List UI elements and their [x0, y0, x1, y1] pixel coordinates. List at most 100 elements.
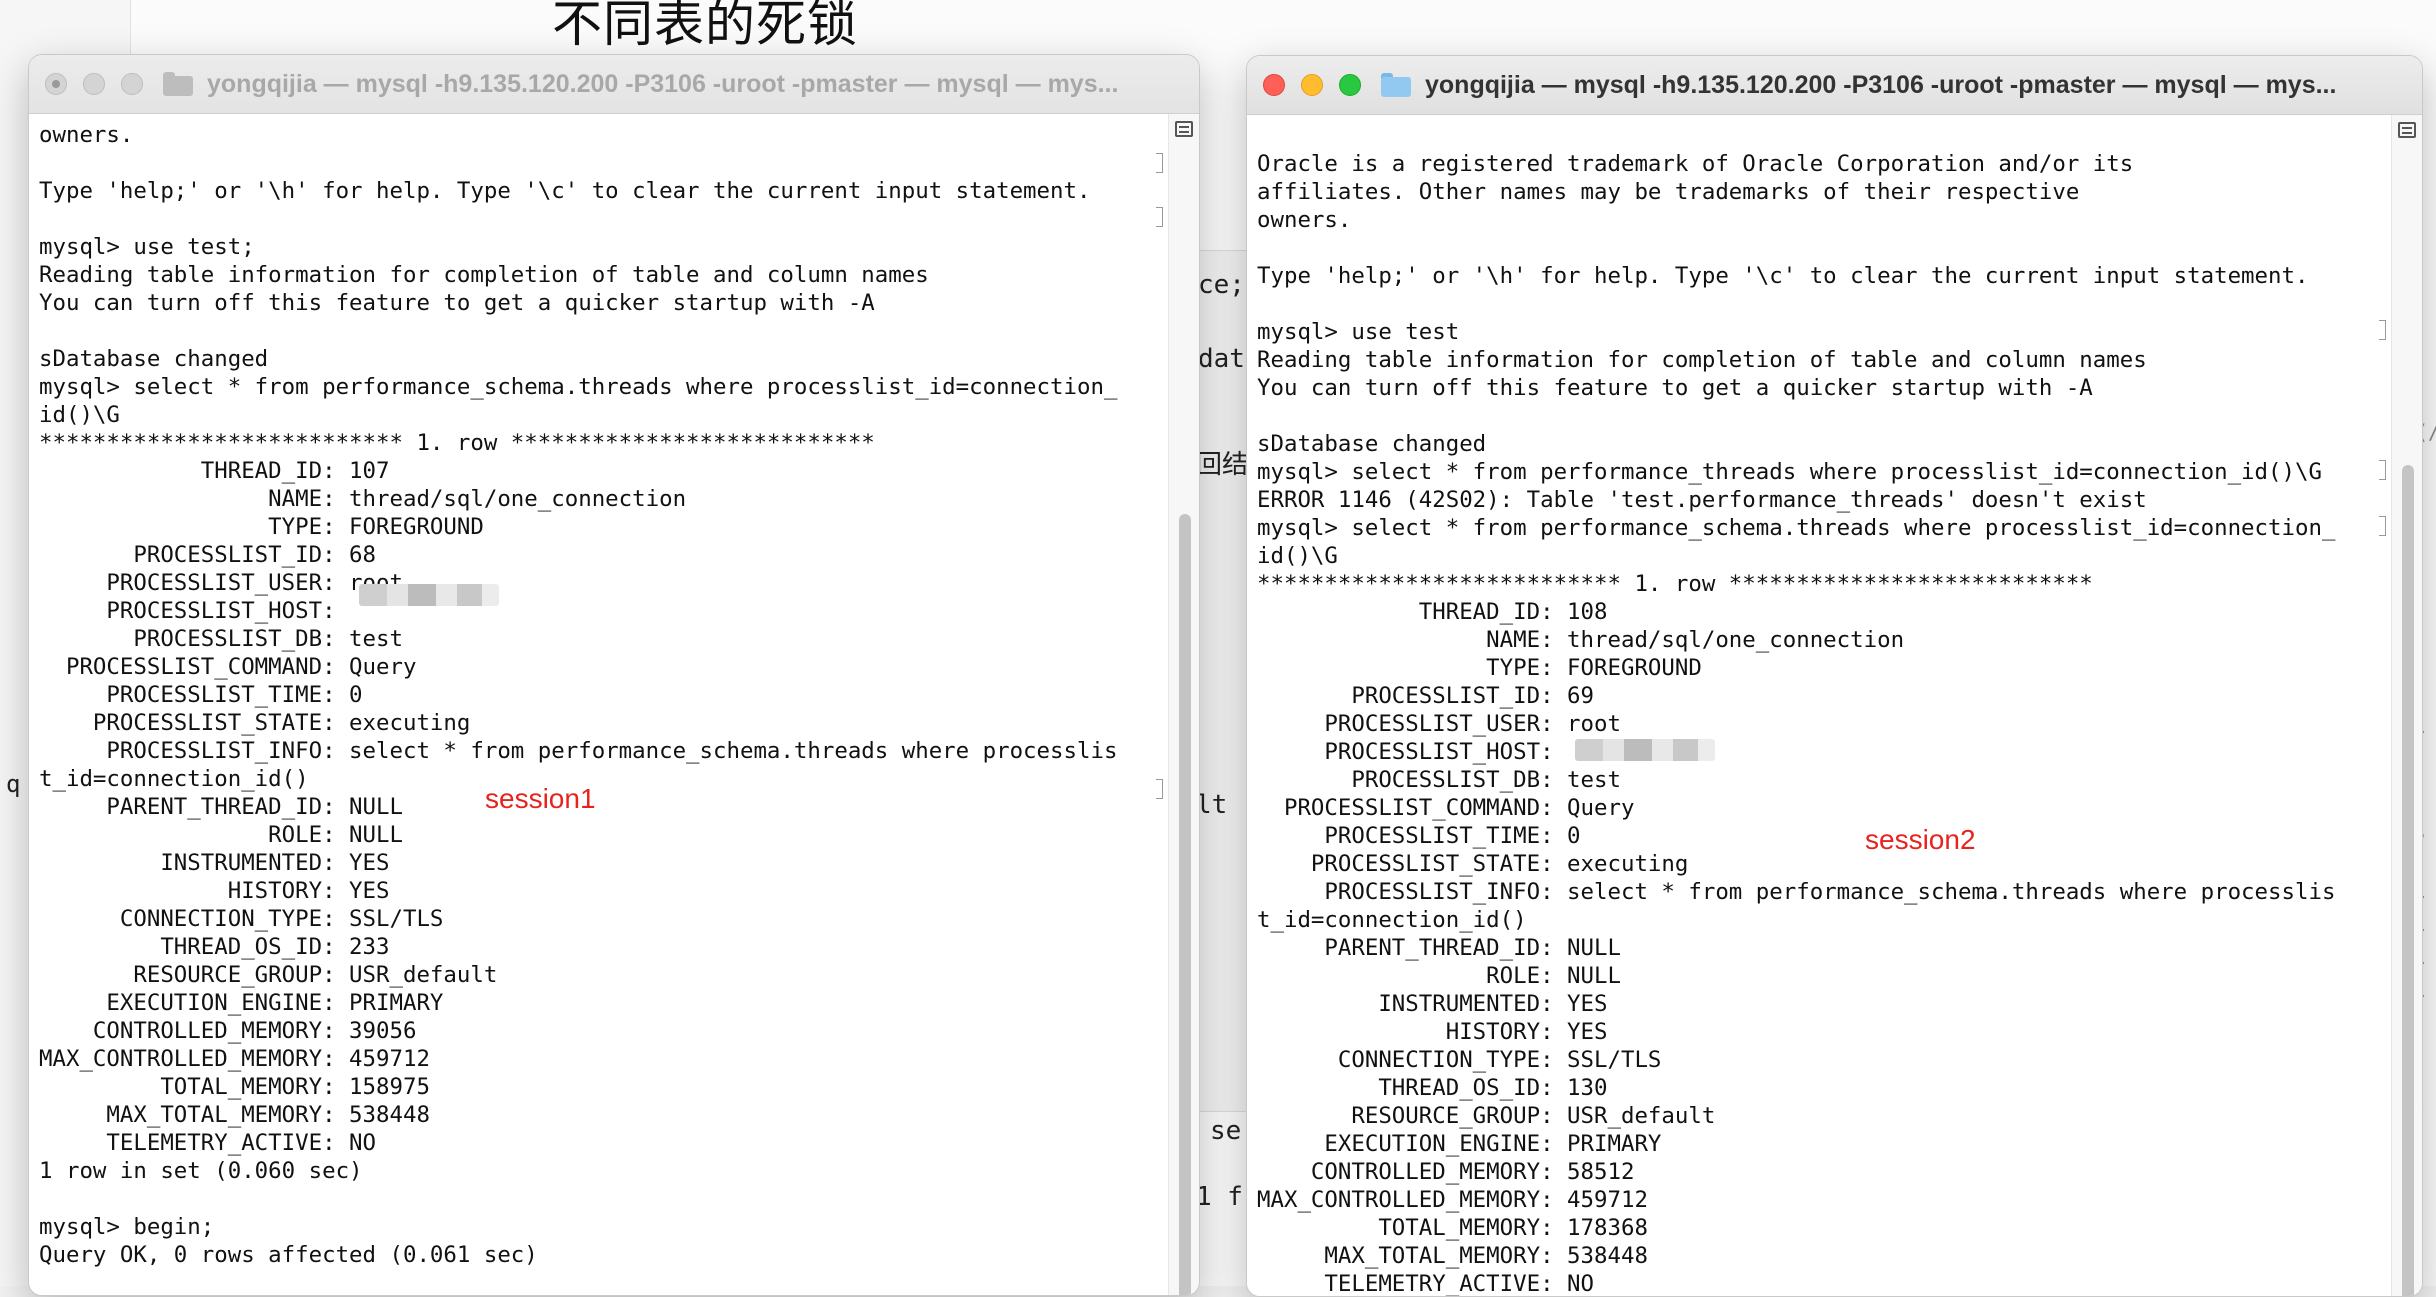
terminal-line: HISTORY: YES — [39, 878, 390, 904]
minimize-button[interactable] — [1301, 74, 1323, 96]
terminal-text: Oracle is a registered trademark of Orac… — [1247, 115, 2392, 1296]
terminal-line: TYPE: FOREGROUND — [39, 514, 484, 540]
terminal-line: TYPE: FOREGROUND — [1257, 655, 1702, 681]
minimize-button[interactable] — [83, 73, 105, 95]
terminal-line: EXECUTION_ENGINE: PRIMARY — [1257, 1131, 1662, 1157]
titlebar[interactable]: yongqijia — mysql -h9.135.120.200 -P3106… — [29, 55, 1199, 114]
terminal-line: NAME: thread/sql/one_connection — [39, 486, 687, 512]
terminal-line: mysql> use test; — [39, 234, 255, 260]
folder-icon — [1381, 73, 1411, 97]
terminal-line: HISTORY: YES — [1257, 1019, 1608, 1045]
terminal-line: affiliates. Other names may be trademark… — [1257, 179, 2080, 205]
bg-text-ce: ce; — [1198, 270, 1245, 300]
terminal-line: owners. — [39, 122, 134, 148]
terminal-line: PROCESSLIST_HOST: — [39, 598, 350, 624]
terminal-line: THREAD_OS_ID: 233 — [39, 934, 390, 960]
terminal-line: TELEMETRY_ACTIVE: NO — [1257, 1271, 1595, 1296]
split-pane-icon[interactable] — [2398, 122, 2416, 138]
terminal-output[interactable]: Oracle is a registered trademark of Orac… — [1247, 115, 2392, 1296]
terminal-line: MAX_CONTROLLED_MEMORY: 459712 — [39, 1046, 430, 1072]
terminal-line: t_id=connection_id() — [1257, 907, 1527, 933]
terminal-line: Reading table information for completion… — [1257, 347, 2147, 373]
window-controls — [45, 73, 143, 95]
bg-text-lt: lt — [1196, 790, 1228, 820]
terminal-line: You can turn off this feature to get a q… — [1257, 375, 2093, 401]
terminal-line: mysql> select * from performance_threads… — [1257, 459, 2322, 485]
close-button[interactable] — [1263, 74, 1285, 96]
terminal-line: Type 'help;' or '\h' for help. Type '\c'… — [39, 178, 1091, 204]
terminal-line: PROCESSLIST_DB: test — [1257, 767, 1621, 793]
window-title: yongqijia — mysql -h9.135.120.200 -P3106… — [1425, 70, 2337, 99]
terminal-line: *************************** 1. row *****… — [1257, 571, 2093, 597]
terminal-line: PROCESSLIST_STATE: executing — [39, 710, 471, 736]
terminal-line: sDatabase changed — [1257, 431, 1487, 457]
terminal-line: t_id=connection_id() — [39, 766, 309, 792]
terminal-line: Query OK, 0 rows affected (0.061 sec) — [39, 1242, 538, 1268]
zoom-button[interactable] — [1339, 74, 1361, 96]
terminal-line: NAME: thread/sql/one_connection — [1257, 627, 1905, 653]
terminal-line: mysql> begin; — [39, 1214, 215, 1240]
terminal-line: PROCESSLIST_HOST: — [1257, 739, 1568, 765]
terminal-line: PROCESSLIST_ID: 68 — [39, 542, 377, 568]
terminal-text: owners. Type 'help;' or '\h' for help. T… — [29, 114, 1169, 1269]
terminal-line: THREAD_ID: 108 — [1257, 599, 1608, 625]
mark-bracket — [2379, 516, 2386, 536]
mark-bracket — [2379, 320, 2386, 340]
terminal-line: You can turn off this feature to get a q… — [39, 290, 875, 316]
terminal-line: PROCESSLIST_DB: test — [39, 626, 403, 652]
terminal-line: INSTRUMENTED: YES — [39, 850, 390, 876]
session-label: session1 — [485, 783, 596, 814]
terminal-line: INSTRUMENTED: YES — [1257, 991, 1608, 1017]
terminal-line: id()\G — [39, 402, 120, 428]
terminal-line: ERROR 1146 (42S02): Table 'test.performa… — [1257, 487, 2147, 513]
terminal-line: 1 row in set (0.060 sec) — [39, 1158, 363, 1184]
terminal-line: MAX_TOTAL_MEMORY: 538448 — [1257, 1243, 1648, 1269]
blurred-host — [359, 584, 499, 606]
terminal-line: Reading table information for completion… — [39, 262, 929, 288]
terminal-line: EXECUTION_ENGINE: PRIMARY — [39, 990, 444, 1016]
terminal-line: PROCESSLIST_USER: root — [1257, 711, 1621, 737]
terminal-line: PROCESSLIST_ID: 69 — [1257, 683, 1595, 709]
terminal-line: CONTROLLED_MEMORY: 58512 — [1257, 1159, 1635, 1185]
mark-bracket — [1156, 153, 1163, 173]
terminal-line: PROCESSLIST_TIME: 0 — [39, 682, 363, 708]
terminal-line: PROCESSLIST_STATE: executing — [1257, 851, 1689, 877]
bg-text-se: se — [1210, 1116, 1242, 1146]
terminal-line: PROCESSLIST_COMMAND: Query — [39, 654, 417, 680]
terminal-line: sDatabase changed — [39, 346, 269, 372]
document-heading: 不同表的死锁 — [552, 0, 858, 53]
terminal-line: TELEMETRY_ACTIVE: NO — [39, 1130, 377, 1156]
terminal-line: PROCESSLIST_TIME: 0 — [1257, 823, 1581, 849]
terminal-output[interactable]: owners. Type 'help;' or '\h' for help. T… — [29, 114, 1169, 1295]
terminal-line: PROCESSLIST_INFO: select * from performa… — [1257, 879, 2336, 905]
scrollbar[interactable] — [2391, 115, 2422, 1296]
terminal-line: TOTAL_MEMORY: 158975 — [39, 1074, 430, 1100]
terminal-line: owners. — [1257, 207, 1352, 233]
zoom-button[interactable] — [121, 73, 143, 95]
bg-text-chinese: 回结 — [1196, 450, 1249, 480]
terminal-line: Oracle is a registered trademark of Orac… — [1257, 151, 2134, 177]
terminal-line: THREAD_OS_ID: 130 — [1257, 1075, 1608, 1101]
terminal-window-session1[interactable]: yongqijia — mysql -h9.135.120.200 -P3106… — [28, 54, 1200, 1296]
terminal-line: PROCESSLIST_COMMAND: Query — [1257, 795, 1635, 821]
blurred-host — [1575, 739, 1715, 761]
bg-text-1f: 1 f — [1196, 1182, 1243, 1212]
terminal-window-session2[interactable]: yongqijia — mysql -h9.135.120.200 -P3106… — [1246, 55, 2423, 1297]
session-label: session2 — [1865, 824, 1976, 855]
terminal-line: CONTROLLED_MEMORY: 39056 — [39, 1018, 417, 1044]
terminal-line: PARENT_THREAD_ID: NULL — [39, 794, 403, 820]
mark-bracket — [2379, 460, 2386, 480]
terminal-line: ROLE: NULL — [39, 822, 403, 848]
mark-bracket — [1156, 779, 1163, 799]
split-pane-icon[interactable] — [1175, 121, 1193, 137]
close-button[interactable] — [45, 73, 67, 95]
titlebar[interactable]: yongqijia — mysql -h9.135.120.200 -P3106… — [1247, 56, 2422, 115]
window-controls — [1263, 74, 1361, 96]
scroll-thumb[interactable] — [1179, 514, 1191, 1295]
terminal-line: id()\G — [1257, 543, 1338, 569]
scroll-thumb[interactable] — [2402, 465, 2414, 1296]
terminal-line: MAX_CONTROLLED_MEMORY: 459712 — [1257, 1187, 1648, 1213]
scrollbar[interactable] — [1168, 114, 1199, 1295]
terminal-line: mysql> select * from performance_schema.… — [1257, 515, 2336, 541]
terminal-line: THREAD_ID: 107 — [39, 458, 390, 484]
